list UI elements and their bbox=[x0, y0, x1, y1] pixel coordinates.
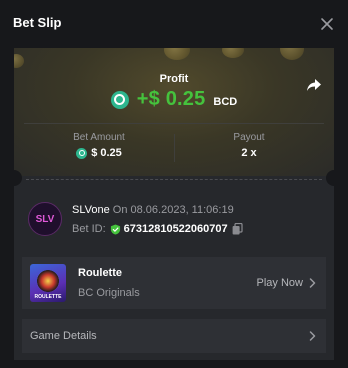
bet-date: On 08.06.2023, 11:06:19 bbox=[109, 204, 234, 216]
bet-amount-stat: Bet Amount $ 0.25 bbox=[24, 132, 174, 159]
bet-id-value: 67312810522060707 bbox=[123, 223, 228, 235]
bet-slip-header: Bet Slip bbox=[0, 0, 348, 48]
chevron-right-icon bbox=[309, 331, 316, 341]
divider bbox=[24, 123, 324, 124]
user-name[interactable]: SLVone bbox=[72, 204, 110, 216]
share-icon[interactable] bbox=[306, 78, 322, 92]
user-info: SLVone On 08.06.2023, 11:06:19 bbox=[72, 204, 234, 216]
play-now-button[interactable]: Play Now bbox=[257, 277, 316, 289]
game-details-label: Game Details bbox=[30, 330, 97, 342]
profit-row: +$ 0.25 BCD bbox=[14, 88, 334, 111]
coin-decoration bbox=[280, 48, 304, 60]
profit-panel: Profit +$ 0.25 BCD Bet Amount $ 0.25 Pay… bbox=[14, 48, 334, 176]
payout-stat: Payout 2 x bbox=[174, 132, 324, 159]
ticket-notch-right bbox=[326, 170, 334, 186]
copy-icon[interactable] bbox=[232, 223, 243, 235]
chevron-right-icon bbox=[309, 278, 316, 288]
bet-amount-value: $ 0.25 bbox=[91, 147, 122, 159]
close-icon[interactable] bbox=[318, 15, 336, 33]
bcd-coin-icon bbox=[76, 147, 88, 159]
play-now-label: Play Now bbox=[256, 277, 303, 289]
game-thumbnail: ROULETTE bbox=[30, 264, 66, 302]
game-details-button[interactable]: Game Details bbox=[22, 319, 326, 353]
avatar[interactable]: SLV bbox=[28, 202, 62, 236]
coin-decoration bbox=[14, 54, 24, 68]
header-title: Bet Slip bbox=[13, 15, 62, 30]
game-provider: BC Originals bbox=[78, 287, 140, 299]
game-row[interactable]: ROULETTE Roulette BC Originals Play Now bbox=[22, 257, 326, 309]
thumbnail-text: ROULETTE bbox=[34, 294, 62, 300]
coin-decoration bbox=[222, 48, 244, 58]
bet-slip-card: Profit +$ 0.25 BCD Bet Amount $ 0.25 Pay… bbox=[14, 48, 334, 360]
bet-id-row: Bet ID: 67312810522060707 bbox=[72, 223, 243, 235]
payout-value: 2 x bbox=[241, 147, 257, 159]
bcd-coin-icon bbox=[110, 90, 129, 109]
coin-decoration bbox=[164, 48, 190, 60]
payout-label: Payout bbox=[233, 132, 265, 143]
game-name: Roulette bbox=[78, 267, 122, 279]
user-row: SLV SLVone On 08.06.2023, 11:06:19 Bet I… bbox=[28, 200, 328, 240]
profit-currency: BCD bbox=[213, 95, 238, 108]
profit-label: Profit bbox=[159, 73, 189, 85]
bet-amount-value-row: $ 0.25 bbox=[24, 147, 174, 159]
profit-amount: +$ 0.25 bbox=[136, 88, 206, 110]
roulette-wheel-icon bbox=[37, 270, 59, 292]
dashed-divider bbox=[26, 179, 322, 180]
verified-shield-icon bbox=[110, 223, 120, 235]
bet-id-label: Bet ID: bbox=[72, 223, 106, 235]
bet-amount-label: Bet Amount bbox=[73, 132, 125, 143]
